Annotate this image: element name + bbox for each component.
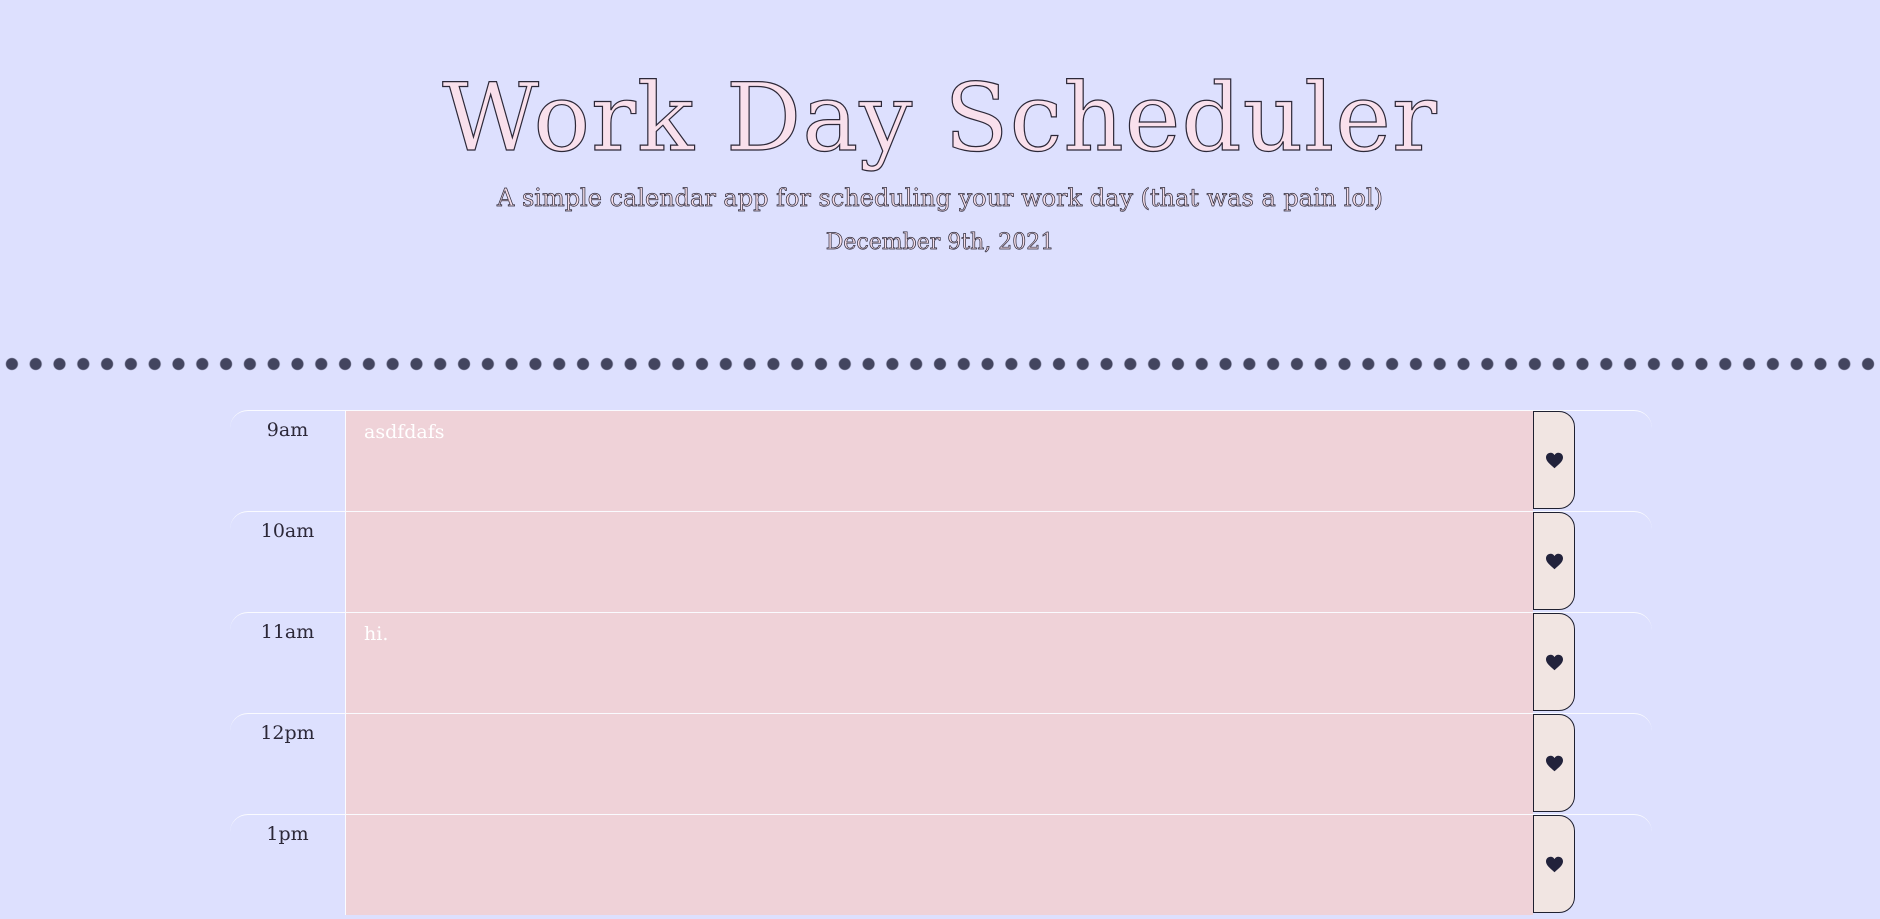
time-block-row: 12pm — [230, 713, 1652, 814]
dotted-divider — [0, 357, 1880, 371]
event-input[interactable] — [346, 512, 1533, 612]
event-description: hi. — [346, 613, 1533, 713]
save-button[interactable] — [1533, 815, 1575, 913]
event-description: asdfdafs — [346, 411, 1533, 511]
heart-icon — [1545, 856, 1563, 872]
time-block-row: 9am asdfdafs — [230, 410, 1652, 511]
event-description — [346, 815, 1533, 915]
current-date: December 9th, 2021 — [825, 230, 1055, 256]
event-input[interactable]: hi. — [346, 613, 1533, 713]
save-button[interactable] — [1533, 512, 1575, 610]
heart-icon — [1545, 755, 1563, 771]
save-button[interactable] — [1533, 411, 1575, 509]
page-subtitle: A simple calendar app for scheduling you… — [496, 184, 1384, 213]
time-block-row: 10am — [230, 511, 1652, 612]
hour-label: 9am — [230, 411, 346, 511]
heart-icon — [1545, 553, 1563, 569]
event-input[interactable] — [346, 714, 1533, 814]
hour-label: 10am — [230, 512, 346, 612]
page-title: Work Day Scheduler — [442, 64, 1438, 173]
hour-label: 1pm — [230, 815, 346, 915]
page-header: Work Day Scheduler A simple calendar app… — [0, 0, 1880, 350]
hour-label: 12pm — [230, 714, 346, 814]
save-button[interactable] — [1533, 613, 1575, 711]
time-block-list: 9am asdfdafs 10am 11am hi. 12pm 1pm — [230, 410, 1652, 915]
save-button[interactable] — [1533, 714, 1575, 812]
heart-icon — [1545, 452, 1563, 468]
time-block-row: 1pm — [230, 814, 1652, 915]
event-input[interactable]: asdfdafs — [346, 411, 1533, 511]
hour-label: 11am — [230, 613, 346, 713]
event-description — [346, 714, 1533, 814]
heart-icon — [1545, 654, 1563, 670]
event-input[interactable] — [346, 815, 1533, 915]
event-description — [346, 512, 1533, 612]
time-block-row: 11am hi. — [230, 612, 1652, 713]
